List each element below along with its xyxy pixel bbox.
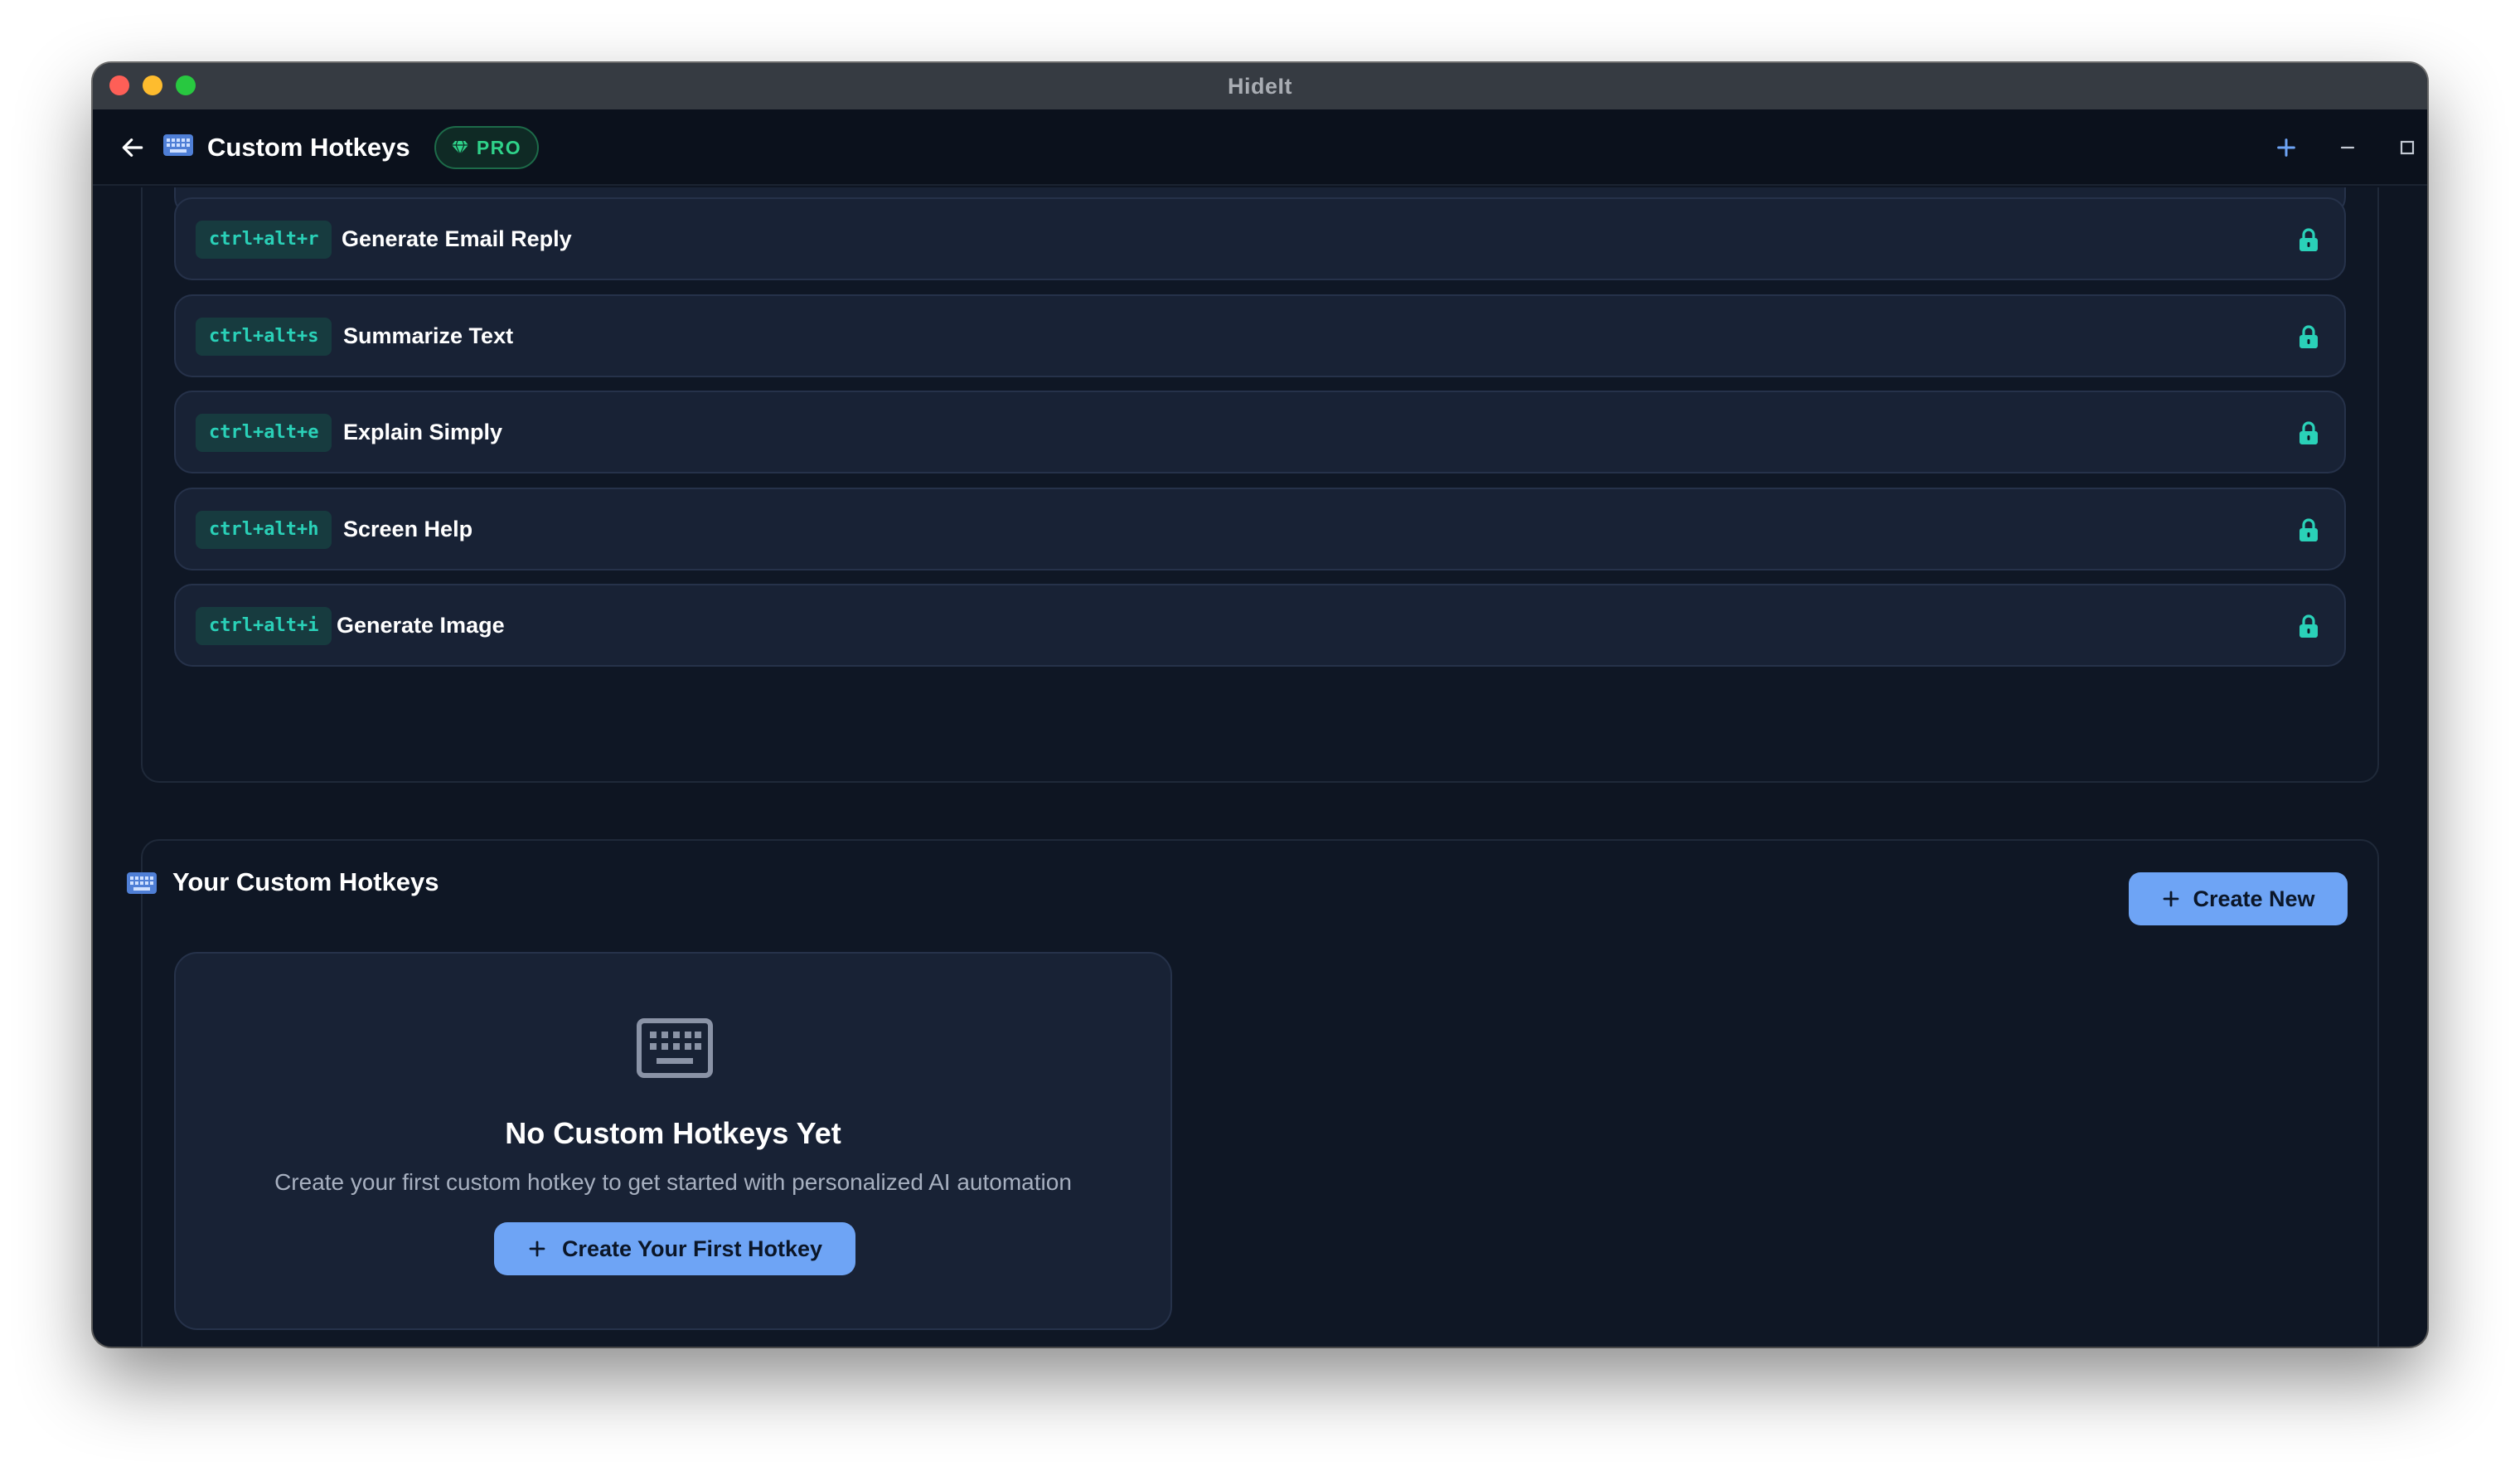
hotkey-row[interactable]: ctrl+alt+i Generate Image bbox=[174, 584, 2346, 667]
add-hotkey-button[interactable] bbox=[2266, 128, 2306, 167]
hotkey-row[interactable]: ctrl+alt+h Screen Help bbox=[174, 488, 2346, 570]
app-window: HideIt Custom Hotkeys PRO ctrl+alt+r Gen… bbox=[93, 63, 2427, 1347]
lock-icon bbox=[2300, 518, 2318, 541]
hotkey-keys: ctrl+alt+h bbox=[196, 511, 332, 549]
plus-icon bbox=[529, 1240, 545, 1257]
traffic-lights bbox=[109, 75, 196, 95]
empty-state-description: Create your first custom hotkey to get s… bbox=[274, 1169, 1072, 1195]
hotkey-row[interactable]: ctrl+alt+e Explain Simply bbox=[174, 391, 2346, 473]
lock-icon bbox=[2300, 228, 2318, 251]
close-window-dot[interactable] bbox=[109, 75, 129, 95]
back-button[interactable] bbox=[113, 128, 153, 167]
plus-icon bbox=[2277, 138, 2295, 157]
hotkey-label: Generate Email Reply bbox=[342, 226, 572, 251]
minimize-button[interactable] bbox=[2328, 128, 2367, 167]
pro-badge: PRO bbox=[434, 126, 539, 169]
hotkey-row[interactable]: ctrl+alt+s Summarize Text bbox=[174, 294, 2346, 377]
plus-icon bbox=[2164, 891, 2179, 907]
keyboard-icon bbox=[127, 872, 157, 894]
keyboard-outline-icon bbox=[637, 1018, 713, 1078]
hotkey-label: Explain Simply bbox=[343, 420, 503, 444]
hotkey-label: Screen Help bbox=[343, 517, 473, 541]
minimize-icon bbox=[2340, 146, 2355, 149]
maximize-icon bbox=[2400, 140, 2415, 155]
hotkey-keys: ctrl+alt+r bbox=[196, 221, 332, 259]
empty-state-card: No Custom Hotkeys Yet Create your first … bbox=[174, 952, 1172, 1330]
lock-icon bbox=[2300, 421, 2318, 444]
hotkey-keys: ctrl+alt+e bbox=[196, 414, 332, 452]
arrow-left-icon bbox=[122, 138, 143, 157]
title-bar[interactable]: HideIt bbox=[93, 63, 2427, 109]
hotkey-row[interactable]: ctrl+alt+r Generate Email Reply bbox=[174, 197, 2346, 280]
hotkey-label: Summarize Text bbox=[343, 323, 514, 348]
maximize-button[interactable] bbox=[2387, 128, 2427, 167]
keyboard-icon bbox=[163, 134, 193, 156]
zoom-window-dot[interactable] bbox=[176, 75, 196, 95]
section-title: Your Custom Hotkeys bbox=[172, 867, 439, 896]
hotkey-label: Generate Image bbox=[337, 613, 505, 638]
app-header: Custom Hotkeys PRO bbox=[93, 109, 2427, 186]
create-first-hotkey-button[interactable]: Create Your First Hotkey bbox=[494, 1222, 855, 1275]
create-new-label: Create New bbox=[2193, 886, 2315, 911]
create-first-hotkey-label: Create Your First Hotkey bbox=[561, 1236, 823, 1261]
main-content[interactable]: ctrl+alt+r Generate Email Reply ctrl+alt… bbox=[93, 187, 2427, 1347]
lock-icon bbox=[2300, 325, 2318, 348]
empty-state-title: No Custom Hotkeys Yet bbox=[505, 1116, 841, 1150]
hotkey-keys: ctrl+alt+i bbox=[196, 607, 332, 645]
gem-icon bbox=[451, 140, 468, 155]
window-title: HideIt bbox=[1227, 73, 1292, 99]
pro-badge-label: PRO bbox=[476, 136, 522, 158]
minimize-window-dot[interactable] bbox=[143, 75, 162, 95]
hotkey-keys: ctrl+alt+s bbox=[196, 318, 332, 356]
lock-icon bbox=[2300, 614, 2318, 638]
page-title: Custom Hotkeys bbox=[207, 133, 410, 162]
create-new-button[interactable]: Create New bbox=[2129, 872, 2348, 925]
